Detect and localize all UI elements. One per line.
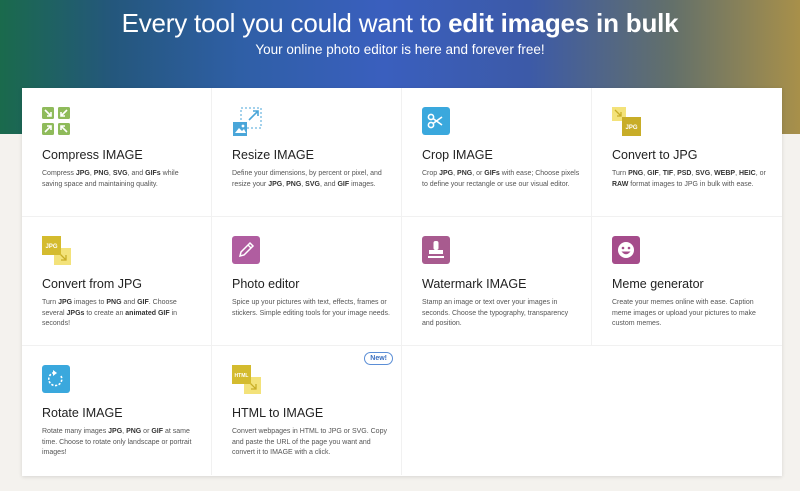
html-to-image-icon: HTML [232,365,261,394]
tool-card-html-to-image[interactable]: New! HTML HTML to IMAGE Convert webpages… [212,346,402,475]
tool-description: Create your memes online with ease. Capt… [612,299,756,328]
tool-title: HTML to IMAGE [232,406,324,420]
tool-card-convert-to-jpg[interactable]: JPG Convert to JPG Turn PNG, GIF, TIF, P… [592,88,782,217]
scissors-icon [422,107,450,135]
tool-card-rotate[interactable]: Rotate IMAGE Rotate many images JPG, PNG… [22,346,212,475]
tool-description: Convert webpages in HTML to JPG or SVG. … [232,428,387,457]
tool-description: Define your dimensions, by percent or pi… [232,170,382,188]
tool-description: Turn JPG images to PNG and GIF. Choose s… [42,299,178,328]
tool-card-photo-editor[interactable]: Photo editor Spice up your pictures with… [212,217,402,346]
hero-subtitle: Your online photo editor is here and for… [255,42,545,57]
tool-title: Photo editor [232,277,300,291]
tool-card-crop[interactable]: Crop IMAGE Crop JPG, PNG, or GIFs with e… [402,88,592,217]
tool-card-convert-from-jpg[interactable]: JPG Convert from JPG Turn JPG images to … [22,217,212,346]
tool-title: Rotate IMAGE [42,406,123,420]
svg-text:JPG: JPG [45,244,57,250]
tool-title: Convert from JPG [42,277,143,291]
tool-description: Rotate many images JPG, PNG or GIF at sa… [42,428,192,457]
tool-description: Stamp an image or text over your images … [422,299,569,328]
tools-grid: Compress IMAGE Compress JPG, PNG, SVG, a… [22,88,782,476]
tool-description: Turn PNG, GIF, TIF, PSD, SVG, WEBP, HEIC… [612,170,766,188]
tool-title: Compress IMAGE [42,148,143,162]
tool-card-resize[interactable]: Resize IMAGE Define your dimensions, by … [212,88,402,217]
tool-title: Meme generator [612,277,704,291]
meme-face-icon [612,236,640,264]
convert-from-jpg-icon: JPG [42,236,71,265]
tool-card-compress[interactable]: Compress IMAGE Compress JPG, PNG, SVG, a… [22,88,212,217]
hero-title: Every tool you could want to edit images… [121,8,679,38]
tool-title: Convert to JPG [612,148,698,162]
tool-description: Spice up your pictures with text, effect… [232,299,390,317]
tool-description: Compress JPG, PNG, SVG, and GIFs while s… [42,170,179,188]
compress-icon [42,107,70,135]
tool-card-meme-generator[interactable]: Meme generator Create your memes online … [592,217,782,346]
tool-title: Watermark IMAGE [422,277,527,291]
stamp-icon [422,236,450,264]
rotate-icon [42,365,70,393]
new-badge: New! [364,352,393,365]
pencil-icon [232,236,260,264]
svg-text:HTML: HTML [235,373,249,379]
tool-title: Resize IMAGE [232,148,314,162]
tool-description: Crop JPG, PNG, or GIFs with ease; Choose… [422,170,580,188]
tool-card-watermark[interactable]: Watermark IMAGE Stamp an image or text o… [402,217,592,346]
tool-title: Crop IMAGE [422,148,493,162]
convert-to-jpg-icon: JPG [612,107,641,136]
resize-icon [232,107,262,136]
svg-text:JPG: JPG [625,125,637,131]
